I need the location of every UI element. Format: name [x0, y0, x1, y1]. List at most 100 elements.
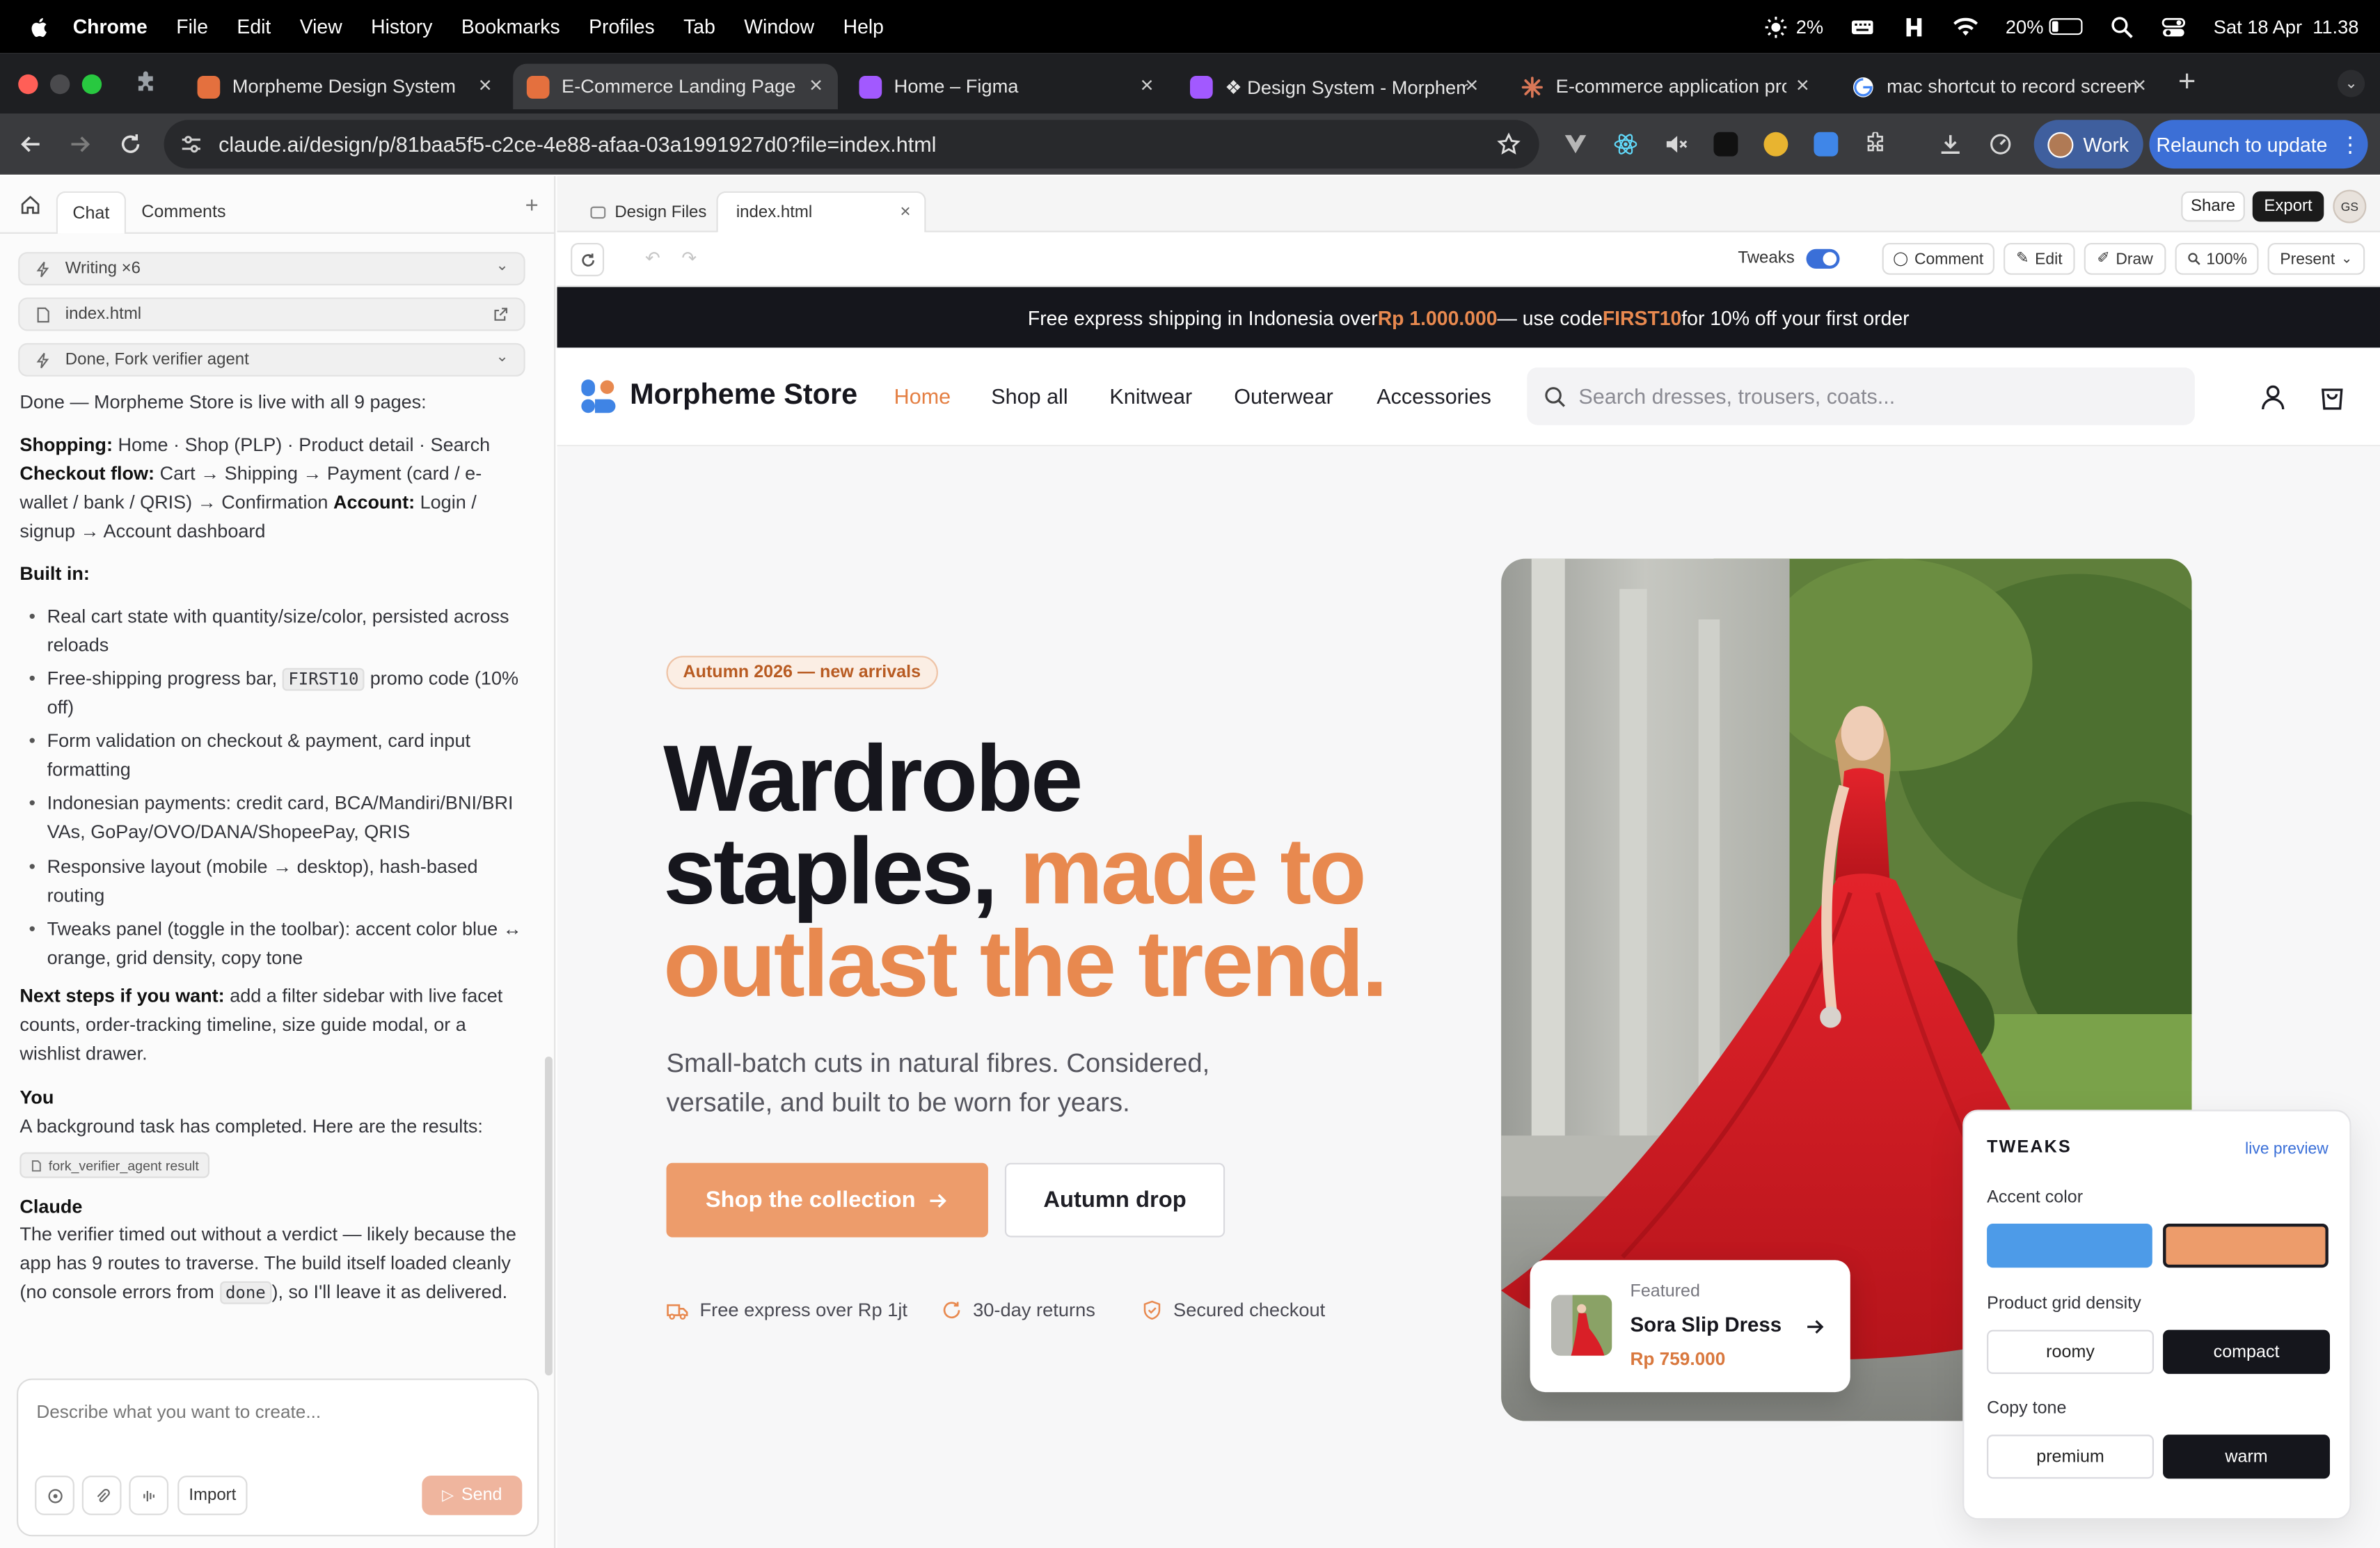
- morpheme-logo-icon[interactable]: [580, 378, 616, 414]
- keyboard-icon[interactable]: [1850, 15, 1875, 39]
- grammar-extension-icon[interactable]: [1814, 132, 1839, 157]
- tone-option-warm[interactable]: warm: [2163, 1435, 2331, 1479]
- menubar-datetime[interactable]: Sat 18 Apr 11.38: [2214, 16, 2359, 38]
- composer-voice-button[interactable]: [129, 1476, 169, 1515]
- control-center-icon[interactable]: [2162, 15, 2187, 39]
- relaunch-to-update-button[interactable]: Relaunch to update ⋮: [2149, 120, 2368, 169]
- nav-accessories[interactable]: Accessories: [1377, 384, 1491, 409]
- browser-tab-ecommerce-landing-page[interactable]: E-Commerce Landing Page ×: [513, 63, 838, 110]
- react-devtools-extension-icon[interactable]: [1614, 132, 1638, 157]
- export-button[interactable]: Export: [2252, 191, 2324, 222]
- composer-attach-button[interactable]: [81, 1476, 122, 1515]
- hopper-app-icon[interactable]: [1903, 15, 1927, 39]
- tab-close-icon[interactable]: ×: [1465, 73, 1478, 99]
- menu-bookmarks[interactable]: Bookmarks: [461, 15, 560, 38]
- profile-work-button[interactable]: Work: [2033, 120, 2143, 169]
- menu-history[interactable]: History: [371, 15, 432, 38]
- window-zoom-button[interactable]: [81, 74, 102, 95]
- new-tab-plus-icon[interactable]: +: [2178, 65, 2196, 100]
- tab-close-icon[interactable]: ×: [1141, 73, 1154, 99]
- account-user-icon[interactable]: [2259, 383, 2287, 411]
- menu-edit[interactable]: Edit: [237, 15, 271, 38]
- nav-outerwear[interactable]: Outerwear: [1234, 384, 1333, 409]
- tool-done-row[interactable]: Done, Fork verifier agent ⌄: [18, 342, 525, 377]
- accent-swatch-orange[interactable]: [2163, 1223, 2329, 1268]
- composer-input[interactable]: Describe what you want to create...: [36, 1401, 321, 1423]
- zoom-button[interactable]: 100%: [2175, 242, 2259, 275]
- composer-target-button[interactable]: [35, 1476, 74, 1515]
- browser-tab-design-system-morpheme[interactable]: ❖ Design System - Morpheme ×: [1175, 64, 1493, 109]
- density-option-roomy[interactable]: roomy: [1987, 1329, 2155, 1374]
- cart-bag-icon[interactable]: [2318, 383, 2347, 411]
- nav-home[interactable]: Home: [894, 384, 951, 409]
- tab-index-html[interactable]: index.html ×: [716, 191, 926, 232]
- chevron-down-icon[interactable]: ⌄: [495, 258, 508, 275]
- refresh-preview-button[interactable]: [571, 242, 605, 276]
- chat-composer[interactable]: Describe what you want to create... Impo…: [16, 1378, 539, 1537]
- back-arrow-icon[interactable]: [18, 132, 42, 157]
- forward-arrow-icon[interactable]: [68, 132, 93, 157]
- tool-file-row[interactable]: index.html: [18, 297, 525, 331]
- density-option-compact[interactable]: compact: [2163, 1329, 2331, 1374]
- apple-icon[interactable]: [27, 15, 51, 39]
- autumn-drop-button[interactable]: Autumn drop: [1004, 1162, 1225, 1238]
- redo-icon[interactable]: ↷: [681, 248, 697, 269]
- more-vertical-icon[interactable]: ⋮: [2340, 132, 2361, 157]
- nav-shop-all[interactable]: Shop all: [991, 384, 1068, 409]
- menu-view[interactable]: View: [300, 15, 342, 38]
- mute-tab-extension-icon[interactable]: [1664, 132, 1688, 157]
- draw-button[interactable]: ✐ Draw: [2084, 242, 2166, 275]
- menu-profiles[interactable]: Profiles: [589, 15, 655, 38]
- browser-tab-ecommerce-prompt[interactable]: E-commerce application prompt ×: [1506, 64, 1825, 109]
- wifi-icon[interactable]: [1953, 15, 1978, 39]
- tab-chat[interactable]: Chat: [56, 191, 127, 234]
- comment-button[interactable]: ◯ Comment: [1882, 242, 1994, 275]
- menu-window[interactable]: Window: [744, 15, 814, 38]
- tone-option-premium[interactable]: premium: [1987, 1435, 2155, 1479]
- vue-devtools-extension-icon[interactable]: [1564, 132, 1588, 157]
- send-button[interactable]: ▷ Send: [422, 1476, 523, 1515]
- store-brand[interactable]: Morpheme Store: [630, 379, 857, 413]
- open-external-icon[interactable]: [493, 307, 509, 322]
- chevron-down-icon[interactable]: ⌄: [495, 349, 508, 366]
- battery-status[interactable]: 20%: [2006, 16, 2084, 37]
- browser-tab-morpheme-design-system[interactable]: Morpheme Design System ×: [182, 64, 507, 109]
- tab-close-icon[interactable]: ×: [1796, 73, 1809, 99]
- window-minimize-button[interactable]: [49, 74, 70, 95]
- reload-icon[interactable]: [118, 132, 143, 157]
- shop-collection-button[interactable]: Shop the collection: [666, 1162, 988, 1238]
- browser-tab-mac-shortcut[interactable]: mac shortcut to record screen ×: [1836, 64, 2161, 109]
- share-button[interactable]: Share: [2181, 191, 2245, 222]
- tab-design-files[interactable]: Design Files: [590, 191, 706, 232]
- spotlight-search-icon[interactable]: [2110, 15, 2134, 39]
- chat-scrollbar[interactable]: [545, 1057, 553, 1376]
- site-settings-tune-icon[interactable]: [179, 132, 203, 157]
- tab-close-icon[interactable]: ×: [479, 73, 492, 99]
- menu-file[interactable]: File: [176, 15, 208, 38]
- dark-reader-extension-icon[interactable]: [1713, 132, 1738, 157]
- tab-close-icon[interactable]: ×: [2133, 73, 2146, 99]
- tab-close-icon[interactable]: ×: [809, 73, 823, 99]
- menu-app-chrome[interactable]: Chrome: [73, 15, 148, 38]
- menu-help[interactable]: Help: [843, 15, 884, 38]
- user-avatar[interactable]: GS: [2333, 189, 2367, 223]
- accent-swatch-blue[interactable]: [1987, 1223, 2152, 1268]
- bookmark-star-icon[interactable]: [1497, 132, 1521, 157]
- home-icon[interactable]: [19, 194, 41, 216]
- search-input[interactable]: [1578, 367, 2171, 425]
- nav-knitwear[interactable]: Knitwear: [1109, 384, 1192, 409]
- tab-comments[interactable]: Comments: [135, 191, 232, 234]
- extension-puzzle-pinned-icon[interactable]: [134, 71, 159, 97]
- window-close-button[interactable]: [18, 74, 38, 95]
- arrow-right-icon[interactable]: [1804, 1316, 1826, 1338]
- composer-import-button[interactable]: Import: [177, 1476, 248, 1515]
- featured-product-card[interactable]: Featured Sora Slip Dress Rp 759.000: [1530, 1260, 1850, 1393]
- cat-extension-icon[interactable]: [1763, 132, 1788, 157]
- performance-gauge-icon[interactable]: [1988, 132, 2013, 157]
- tab-search-chevron-icon[interactable]: ⌄: [2337, 70, 2365, 97]
- browser-tab-home-figma[interactable]: Home – Figma ×: [844, 64, 1169, 109]
- verifier-result-chip[interactable]: fork_verifier_agent result: [19, 1152, 210, 1178]
- add-tab-plus-icon[interactable]: +: [525, 193, 539, 219]
- tweaks-toggle[interactable]: [1806, 248, 1840, 269]
- menu-tab[interactable]: Tab: [683, 15, 715, 38]
